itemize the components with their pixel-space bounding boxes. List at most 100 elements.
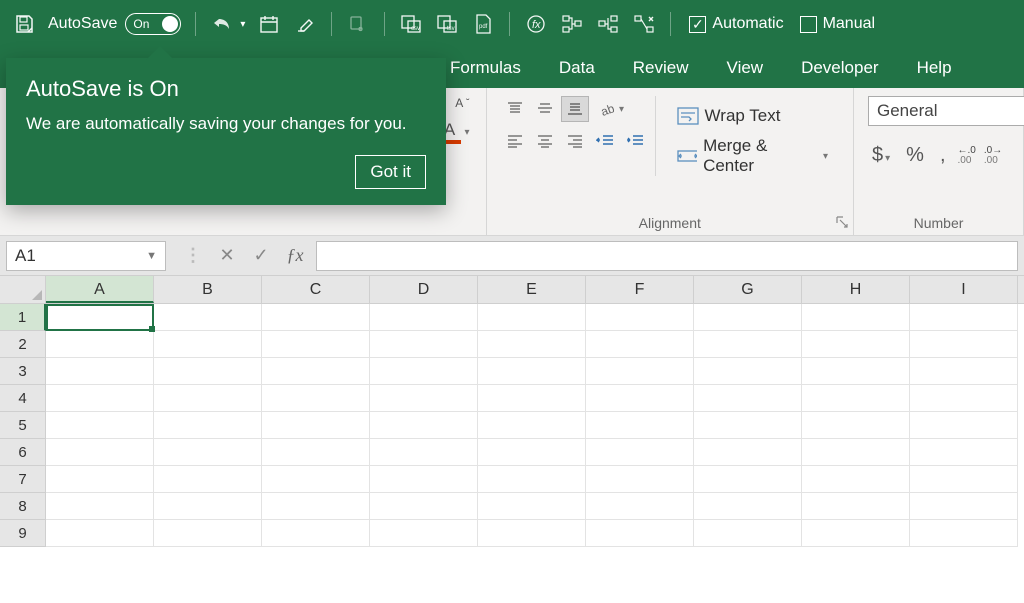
row-header[interactable]: 2	[0, 331, 46, 358]
row-header[interactable]: 7	[0, 466, 46, 493]
row-header[interactable]: 4	[0, 385, 46, 412]
cell[interactable]	[586, 304, 694, 331]
cell[interactable]	[910, 493, 1018, 520]
cell[interactable]	[262, 385, 370, 412]
cell[interactable]	[262, 439, 370, 466]
cell[interactable]	[802, 466, 910, 493]
cell[interactable]	[910, 385, 1018, 412]
calc-manual-option[interactable]: Manual	[800, 15, 875, 33]
cell[interactable]	[694, 493, 802, 520]
accounting-format-button[interactable]: $▾	[868, 142, 894, 169]
toggle-switch[interactable]: On	[125, 13, 181, 35]
column-header[interactable]: A	[46, 276, 154, 303]
increase-decimal-button[interactable]: ←.0 .00	[958, 146, 976, 166]
decrease-decimal-button[interactable]: .0→ .00	[984, 146, 1002, 166]
clear-format-icon[interactable]	[293, 12, 317, 36]
cell[interactable]	[478, 520, 586, 547]
cell[interactable]	[262, 493, 370, 520]
cell[interactable]	[46, 439, 154, 466]
cell[interactable]	[802, 520, 910, 547]
cell[interactable]	[478, 304, 586, 331]
cell[interactable]	[154, 466, 262, 493]
column-header[interactable]: I	[910, 276, 1018, 303]
formula-icon[interactable]: fx	[524, 12, 548, 36]
cancel-formula-button[interactable]: ✕	[210, 241, 244, 271]
remove-arrows-icon[interactable]	[632, 12, 656, 36]
name-box[interactable]: A1 ▼	[6, 241, 166, 271]
number-format-dropdown[interactable]: General	[868, 96, 1024, 126]
row-header[interactable]: 1	[0, 304, 46, 331]
percent-format-button[interactable]: %	[902, 142, 928, 169]
tab-help[interactable]: Help	[917, 58, 952, 78]
trace-precedents-icon[interactable]	[560, 12, 584, 36]
cell[interactable]	[586, 385, 694, 412]
column-header[interactable]: B	[154, 276, 262, 303]
cell[interactable]	[154, 304, 262, 331]
cell[interactable]	[370, 520, 478, 547]
chevron-down-icon[interactable]: ▼	[146, 250, 157, 262]
formula-more-icon[interactable]: ⋮	[176, 241, 210, 271]
column-header[interactable]: D	[370, 276, 478, 303]
cell[interactable]	[586, 466, 694, 493]
undo-dropdown-icon[interactable]: ▾	[240, 19, 245, 30]
cell[interactable]	[46, 358, 154, 385]
cell[interactable]	[586, 439, 694, 466]
cell[interactable]	[262, 466, 370, 493]
cell[interactable]	[370, 304, 478, 331]
cell[interactable]	[154, 520, 262, 547]
cell[interactable]	[586, 493, 694, 520]
select-all-corner[interactable]	[0, 276, 46, 303]
orientation-button[interactable]: ab▾	[591, 96, 633, 122]
cell[interactable]	[802, 331, 910, 358]
cell[interactable]	[910, 520, 1018, 547]
formula-input[interactable]	[316, 241, 1018, 271]
column-header[interactable]: H	[802, 276, 910, 303]
cell[interactable]	[586, 331, 694, 358]
cell[interactable]	[694, 520, 802, 547]
align-middle-button[interactable]	[531, 96, 559, 122]
cell[interactable]	[478, 439, 586, 466]
alignment-dialog-launcher[interactable]	[835, 215, 849, 229]
cell[interactable]	[154, 493, 262, 520]
cell[interactable]	[370, 412, 478, 439]
row-header[interactable]: 6	[0, 439, 46, 466]
cell[interactable]	[910, 412, 1018, 439]
cell[interactable]	[694, 358, 802, 385]
cell[interactable]	[262, 412, 370, 439]
cell[interactable]	[262, 304, 370, 331]
comma-format-button[interactable]: ,	[936, 142, 950, 169]
cell[interactable]	[802, 439, 910, 466]
cell[interactable]	[370, 493, 478, 520]
cell[interactable]	[802, 493, 910, 520]
tab-developer[interactable]: Developer	[801, 58, 879, 78]
cell[interactable]	[154, 385, 262, 412]
column-header[interactable]: G	[694, 276, 802, 303]
tab-data[interactable]: Data	[559, 58, 595, 78]
cell[interactable]	[262, 520, 370, 547]
cell[interactable]	[478, 466, 586, 493]
cell[interactable]	[586, 358, 694, 385]
merge-center-button[interactable]: Merge & Center ▾	[666, 136, 839, 176]
link-icon[interactable]	[346, 12, 370, 36]
cell[interactable]	[478, 385, 586, 412]
autosave-toggle[interactable]: AutoSave On	[48, 13, 181, 35]
insert-function-button[interactable]: ƒx	[278, 241, 312, 271]
calc-automatic-option[interactable]: Automatic	[689, 15, 783, 33]
trace-dependents-icon[interactable]	[596, 12, 620, 36]
cell[interactable]	[586, 520, 694, 547]
row-header[interactable]: 5	[0, 412, 46, 439]
cell[interactable]	[478, 412, 586, 439]
column-header[interactable]: E	[478, 276, 586, 303]
tab-view[interactable]: View	[727, 58, 764, 78]
undo-icon[interactable]	[210, 12, 234, 36]
row-header[interactable]: 8	[0, 493, 46, 520]
got-it-button[interactable]: Got it	[355, 155, 426, 189]
cell[interactable]	[46, 304, 154, 331]
row-header[interactable]: 9	[0, 520, 46, 547]
cell[interactable]	[694, 385, 802, 412]
cell[interactable]	[694, 439, 802, 466]
cell[interactable]	[154, 358, 262, 385]
column-header[interactable]: C	[262, 276, 370, 303]
export-csv-icon[interactable]: csv	[399, 12, 423, 36]
cell[interactable]	[478, 493, 586, 520]
